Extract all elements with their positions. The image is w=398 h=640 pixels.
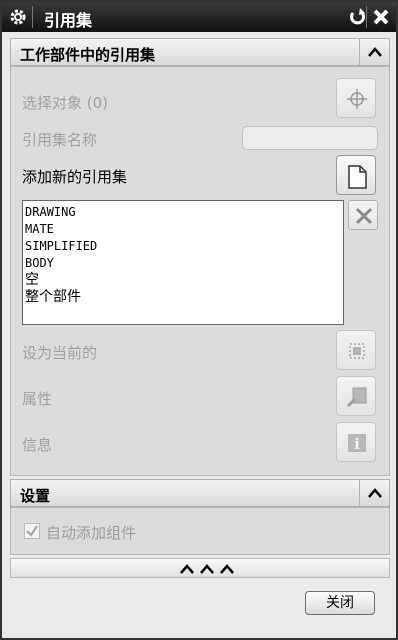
properties-label: 属性: [22, 390, 53, 408]
expand-chevrons-icon: [180, 564, 234, 574]
list-item-entire-part[interactable]: 整个部件: [25, 289, 341, 306]
refset-name-label: 引用集名称: [22, 131, 98, 149]
title-bar: 引用集: [2, 2, 396, 32]
svg-text:i: i: [354, 435, 360, 453]
reference-set-dialog: 引用集 工作部件中的引用集 选择对象 (0) 引用集名称 添加新的引用集 DRA…: [0, 0, 398, 640]
section-header-refsets[interactable]: 工作部件中的引用集: [10, 38, 390, 66]
set-current-label: 设为当前的: [22, 344, 98, 362]
more-options-bar[interactable]: [10, 558, 390, 578]
close-button[interactable]: 关闭: [305, 591, 375, 615]
checkmark-icon: [26, 525, 38, 537]
add-new-refset-button[interactable]: [336, 155, 376, 195]
delete-refset-button[interactable]: [348, 200, 378, 230]
gear-icon[interactable]: [8, 7, 28, 27]
delete-x-icon: [355, 207, 373, 225]
refset-name-field[interactable]: [242, 126, 378, 150]
list-item-body[interactable]: BODY: [25, 255, 341, 272]
list-item-simplified[interactable]: SIMPLIFIED: [25, 238, 341, 255]
properties-icon: [346, 387, 367, 408]
auto-add-checkbox[interactable]: [24, 523, 40, 539]
properties-button[interactable]: [336, 376, 376, 416]
title-separator: [32, 6, 33, 28]
collapse-chevron-up-icon[interactable]: [359, 39, 389, 65]
section-title-refsets: 工作部件中的引用集: [20, 46, 156, 64]
new-document-icon: [348, 165, 367, 189]
title-separator-2: [366, 6, 367, 28]
set-current-button[interactable]: [336, 330, 376, 370]
list-item-drawing[interactable]: DRAWING: [25, 204, 341, 221]
auto-add-label: 自动添加组件: [46, 524, 137, 542]
select-object-label: 选择对象 (0): [22, 94, 109, 112]
list-item-mate[interactable]: MATE: [25, 221, 341, 238]
section-header-settings[interactable]: 设置: [10, 479, 390, 507]
set-current-icon: [349, 343, 365, 359]
refset-list[interactable]: DRAWING MATE SIMPLIFIED BODY 空 整个部件: [22, 200, 344, 325]
close-x-icon[interactable]: [370, 6, 392, 28]
reset-arrow-icon[interactable]: [346, 6, 368, 28]
collapse-chevron-up-icon-2[interactable]: [359, 480, 389, 506]
info-icon: i: [348, 434, 366, 453]
add-new-refset-label: 添加新的引用集: [22, 168, 128, 186]
info-button[interactable]: i: [336, 422, 376, 462]
window-title: 引用集: [44, 11, 93, 30]
list-item-empty[interactable]: 空: [25, 272, 341, 289]
select-object-button[interactable]: [336, 78, 376, 118]
crosshair-icon: [347, 89, 367, 109]
section-title-settings: 设置: [20, 487, 51, 505]
info-label: 信息: [22, 436, 53, 454]
